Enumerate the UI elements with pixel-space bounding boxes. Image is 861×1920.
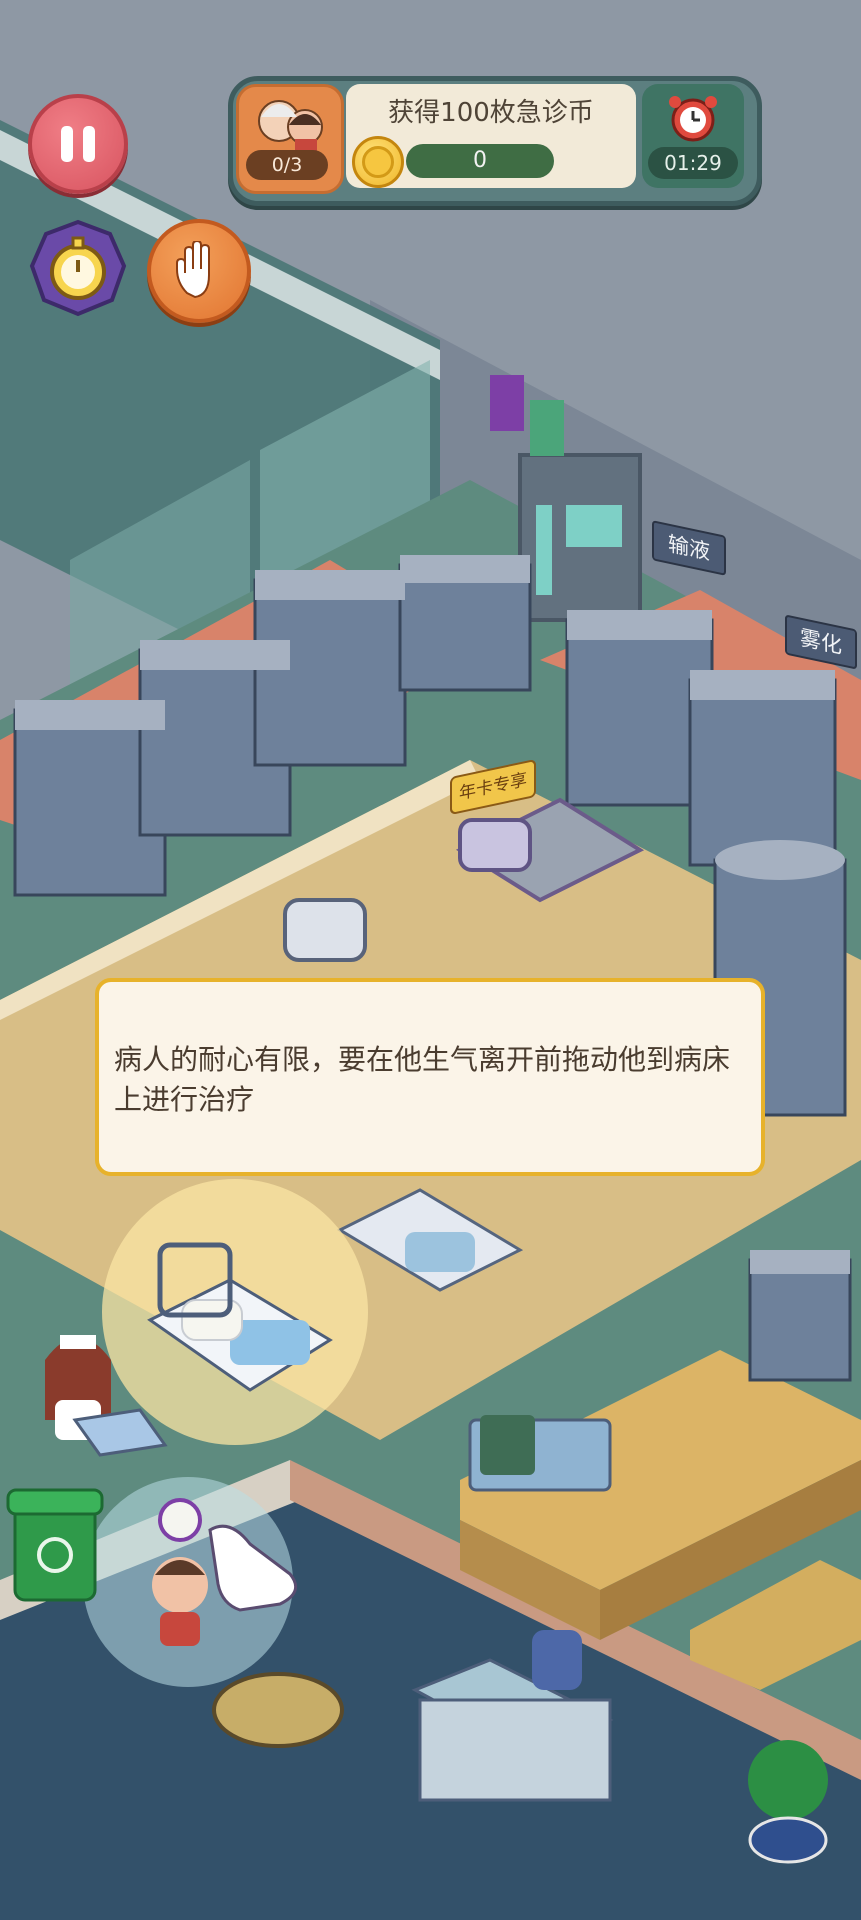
patients-count: 0/3 [246, 150, 328, 180]
coin-progress: 0 [406, 144, 554, 178]
trash-bin[interactable] [8, 1488, 104, 1604]
highlighted-bed[interactable] [102, 1180, 368, 1446]
coin-icon [352, 136, 404, 188]
goal-text: 获得100枚急诊币 [388, 98, 594, 128]
stopwatch-icon [29, 219, 127, 317]
pause-icon [61, 126, 73, 162]
waiting-patient[interactable] [120, 1510, 260, 1660]
pause-button[interactable] [28, 94, 128, 194]
patients-icon [258, 100, 323, 153]
countdown-timer: 01:29 [648, 147, 738, 179]
tutorial-tooltip-text: 病人的耐心有限，要在他生气离开前拖动他到病床上进行治疗 [114, 1043, 731, 1116]
speed-up-button[interactable] [28, 218, 128, 318]
grab-hand-button[interactable] [147, 219, 251, 323]
hand-icon [176, 241, 210, 299]
alarm-clock-icon [669, 96, 717, 142]
